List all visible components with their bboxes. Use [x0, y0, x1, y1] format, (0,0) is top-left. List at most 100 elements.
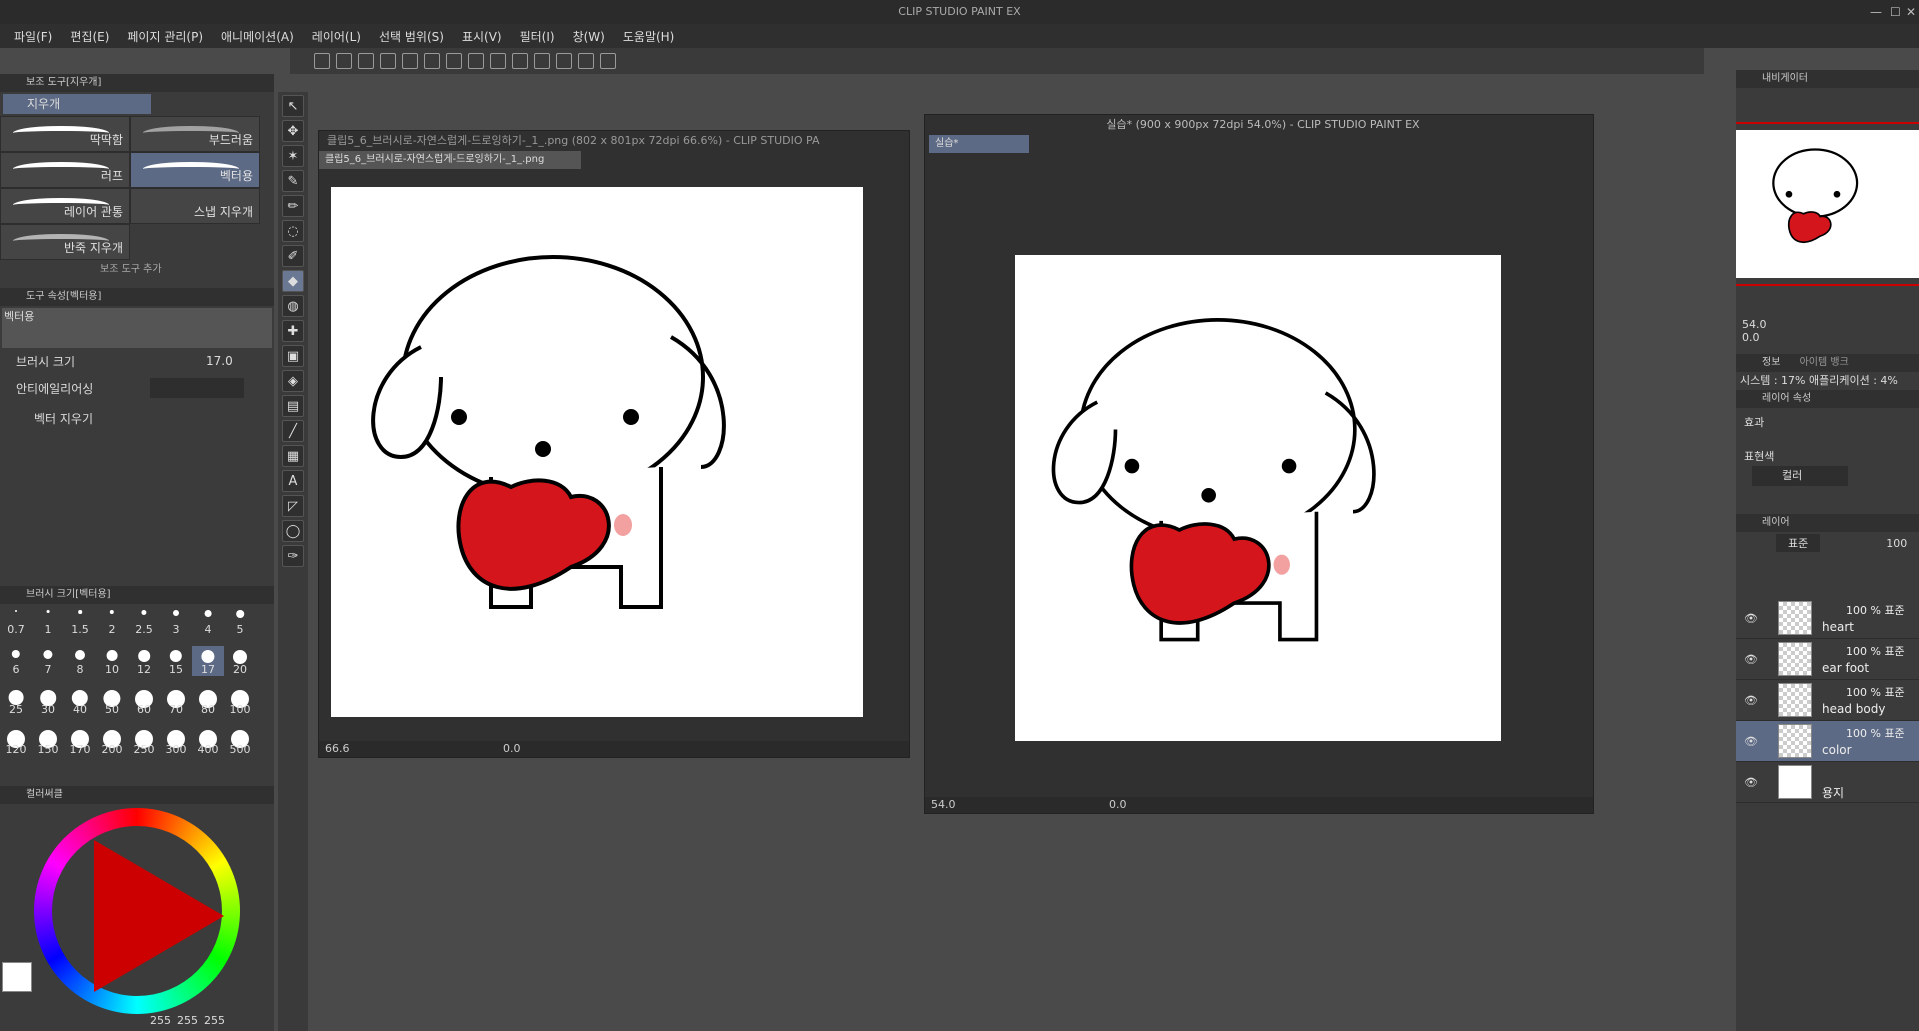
canvas1-zoom[interactable]: 66.6: [325, 742, 350, 755]
navigator-zoom[interactable]: 54.0: [1742, 318, 1913, 331]
balloon-tool-icon[interactable]: ◸: [282, 495, 304, 517]
menu-edit[interactable]: 편집(E): [70, 28, 109, 45]
brush-size-option[interactable]: 150: [32, 726, 64, 756]
menu-view[interactable]: 표시(V): [462, 28, 502, 45]
main-color-swatch[interactable]: [2, 962, 32, 992]
redo-icon[interactable]: [424, 53, 440, 69]
fill-icon[interactable]: [468, 53, 484, 69]
menu-file[interactable]: 파일(F): [14, 28, 52, 45]
move-tool-icon[interactable]: ✥: [282, 120, 304, 142]
pen-tool-icon[interactable]: ✎: [282, 170, 304, 192]
canvas1-angle[interactable]: 0.0: [503, 742, 521, 755]
canvas2-angle[interactable]: 0.0: [1109, 798, 1127, 811]
settings-icon[interactable]: [578, 53, 594, 69]
line-tool-icon[interactable]: ╱: [282, 420, 304, 442]
figure-tool-icon[interactable]: ▣: [282, 345, 304, 367]
airbrush-tool-icon[interactable]: ◌: [282, 220, 304, 242]
blend-mode-select[interactable]: 표준: [1776, 534, 1821, 552]
brush-size-option[interactable]: 2: [96, 606, 128, 636]
open-icon[interactable]: [358, 53, 374, 69]
brush-size-option[interactable]: 6: [0, 646, 32, 676]
brush-size-option[interactable]: 2.5: [128, 606, 160, 636]
brush-kneaded-eraser[interactable]: 반죽 지우개: [0, 224, 130, 260]
transform-icon[interactable]: [490, 53, 506, 69]
brush-size-option[interactable]: 200: [96, 726, 128, 756]
brush-hard[interactable]: 딱딱함: [0, 116, 130, 152]
menu-help[interactable]: 도움말(H): [623, 28, 675, 45]
brush-size-option[interactable]: 120: [0, 726, 32, 756]
snap-grid-icon[interactable]: [556, 53, 572, 69]
gradient-tool-icon[interactable]: ▤: [282, 395, 304, 417]
brush-size-option[interactable]: 250: [128, 726, 160, 756]
menu-filter[interactable]: 필터(I): [520, 28, 555, 45]
brush-size-option[interactable]: 8: [64, 646, 96, 676]
color-triangle[interactable]: [94, 840, 224, 992]
canvas2-zoom[interactable]: 54.0: [931, 798, 956, 811]
brush-size-option[interactable]: 10: [96, 646, 128, 676]
add-subtool-label[interactable]: 보조 도구 추가: [0, 260, 274, 278]
vector-erase-row[interactable]: 벡터 지우기: [0, 404, 274, 432]
eyedropper-tool-icon[interactable]: ✑: [282, 545, 304, 567]
menu-selection[interactable]: 선택 범위(S): [379, 28, 444, 45]
brush-size-option[interactable]: 40: [64, 686, 96, 716]
menu-page[interactable]: 페이지 관리(P): [127, 28, 203, 45]
brush-size-option[interactable]: 4: [192, 606, 224, 636]
canvas1-tab[interactable]: 클립5_6_브러시로-자연스럽게-드로잉하기-_1_.png: [319, 151, 581, 169]
blend-tool-icon[interactable]: ◍: [282, 295, 304, 317]
brush-tool-icon[interactable]: ✐: [282, 245, 304, 267]
layer-row[interactable]: 👁 100 % 표준 color: [1736, 721, 1919, 762]
brush-size-row[interactable]: 브러시 크기 17.0: [0, 350, 274, 372]
layer-row[interactable]: 👁 100 % 표준 ear foot: [1736, 639, 1919, 680]
eye-icon[interactable]: 👁: [1744, 694, 1758, 707]
frame-tool-icon[interactable]: ▦: [282, 445, 304, 467]
decoration-tool-icon[interactable]: ✚: [282, 320, 304, 342]
eye-icon[interactable]: 👁: [1744, 612, 1758, 625]
brush-size-option[interactable]: 25: [0, 686, 32, 716]
pencil-tool-icon[interactable]: ✏: [282, 195, 304, 217]
brush-size-option[interactable]: 17: [192, 646, 224, 676]
antialias-selector[interactable]: [150, 378, 244, 398]
brush-vector[interactable]: 벡터용: [130, 152, 260, 188]
snap-ruler-icon[interactable]: [512, 53, 528, 69]
canvas1-paper[interactable]: [331, 187, 863, 717]
brush-through-layers[interactable]: 레이어 관통: [0, 188, 130, 224]
close-icon[interactable]: ✕: [1906, 0, 1916, 24]
minimize-icon[interactable]: —: [1870, 0, 1882, 24]
brush-size-option[interactable]: 15: [160, 646, 192, 676]
canvas2-paper[interactable]: [1015, 255, 1501, 741]
brush-size-option[interactable]: 0.7: [0, 606, 32, 636]
brush-size-option[interactable]: 50: [96, 686, 128, 716]
menu-window[interactable]: 창(W): [573, 28, 605, 45]
layer-row[interactable]: 👁 100 % 표준 head body: [1736, 680, 1919, 721]
menu-layer[interactable]: 레이어(L): [312, 28, 361, 45]
operation-tool-icon[interactable]: ↖: [282, 95, 304, 117]
help-icon[interactable]: [600, 53, 616, 69]
brush-rough[interactable]: 러프: [0, 152, 130, 188]
brush-size-option[interactable]: 20: [224, 646, 256, 676]
brush-soft[interactable]: 부드러움: [130, 116, 260, 152]
eraser-tool-icon[interactable]: ◆: [282, 270, 304, 292]
layer-opacity[interactable]: 100: [1886, 537, 1907, 550]
navigator-angle[interactable]: 0.0: [1742, 331, 1913, 344]
color-mode-select[interactable]: 컬러: [1752, 466, 1848, 486]
brush-size-option[interactable]: 400: [192, 726, 224, 756]
brush-size-option[interactable]: 500: [224, 726, 256, 756]
brush-size-option[interactable]: 60: [128, 686, 160, 716]
layer-row[interactable]: 👁 100 % 표준 heart: [1736, 598, 1919, 639]
brush-size-option[interactable]: 1.5: [64, 606, 96, 636]
menu-animation[interactable]: 애니메이션(A): [221, 28, 294, 45]
text-tool-icon[interactable]: A: [282, 470, 304, 492]
brush-size-option[interactable]: 70: [160, 686, 192, 716]
brush-size-option[interactable]: 30: [32, 686, 64, 716]
new-file-icon[interactable]: [336, 53, 352, 69]
subtool-group-tab[interactable]: 지우개: [3, 94, 151, 114]
brush-size-option[interactable]: 80: [192, 686, 224, 716]
brush-size-option[interactable]: 5: [224, 606, 256, 636]
lasso-tool-icon[interactable]: ◯: [282, 520, 304, 542]
layer-row[interactable]: 👁 용지: [1736, 762, 1919, 803]
snap-special-ruler-icon[interactable]: [534, 53, 550, 69]
brush-size-option[interactable]: 12: [128, 646, 160, 676]
brush-size-option[interactable]: 7: [32, 646, 64, 676]
fill-tool-icon[interactable]: ◈: [282, 370, 304, 392]
brush-size-option[interactable]: 300: [160, 726, 192, 756]
